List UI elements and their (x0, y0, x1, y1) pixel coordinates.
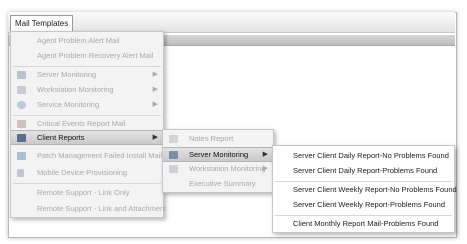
menu-separator (275, 181, 452, 182)
menu-item-server-monitoring-reports[interactable]: Server Monitoring ▶ (163, 147, 273, 162)
menu-item-label: Server Client Weekly Report-No Problems … (293, 185, 457, 194)
menu-item-label: Client Reports (37, 133, 85, 142)
client-reports-submenu: Notes Report Server Monitoring ▶ Worksta… (162, 129, 274, 193)
menu-item-agent-problem-alert[interactable]: Agent Problem Alert Mail (11, 34, 163, 48)
menu-item-label: Server Client Daily Report-Problems Foun… (293, 166, 438, 175)
menu-item-notes-report[interactable]: Notes Report (163, 132, 273, 146)
submenu-arrow-icon: ▶ (152, 101, 158, 108)
menu-item-label: Service Monitoring (37, 100, 100, 109)
menu-bar (8, 12, 455, 33)
menu-item-mobile-device[interactable]: Mobile Device Provisioning (11, 166, 163, 180)
workstation-icon (169, 165, 178, 173)
menu-item-agent-problem-recovery[interactable]: Agent Problem Recovery Alert Mail (11, 49, 163, 63)
menu-item-label: Workstation Monitoring (37, 85, 114, 94)
menu-item-label: Mobile Device Provisioning (37, 168, 128, 177)
mail-templates-menu: Agent Problem Alert Mail Agent Problem R… (10, 31, 167, 218)
menu-item-label: Patch Management Failed Install Mail (37, 151, 163, 160)
submenu-arrow-icon: ▶ (152, 86, 158, 93)
submenu-arrow-icon: ▶ (152, 71, 158, 78)
menu-item-label: Agent Problem Recovery Alert Mail (37, 51, 154, 60)
menu-separator (13, 183, 161, 184)
menu-item-label: Server Monitoring (37, 70, 97, 79)
menu-separator (13, 66, 161, 67)
menu-item-label: Server Client Daily Report-No Problems F… (293, 151, 449, 160)
menu-item-label: Remote Support - Link Only (37, 188, 130, 197)
menu-item-remote-support-attachment[interactable]: Remote Support - Link and Attachment (11, 202, 167, 216)
notes-icon (169, 135, 178, 143)
menu-item-daily-problems[interactable]: Server Client Daily Report-Problems Foun… (273, 164, 454, 178)
menu-item-daily-no-problems[interactable]: Server Client Daily Report-No Problems F… (273, 149, 454, 163)
menu-item-label: Client Monthly Report Mail-Problems Foun… (293, 219, 439, 228)
menu-item-monthly-problems[interactable]: Client Monthly Report Mail-Problems Foun… (273, 217, 454, 231)
server-monitoring-submenu: Server Client Daily Report-No Problems F… (272, 145, 457, 233)
client-reports-icon (17, 134, 26, 142)
service-icon (17, 101, 26, 109)
menu-item-label: Critical Events Report Mail (37, 119, 126, 128)
menu-item-service-monitoring[interactable]: Service Monitoring ▶ (11, 98, 163, 112)
menu-item-critical-events[interactable]: Critical Events Report Mail (11, 117, 163, 131)
mail-templates-menu-button[interactable]: Mail Templates (10, 15, 74, 32)
menu-item-executive-summary[interactable]: Executive Summary (163, 177, 273, 191)
menu-item-weekly-no-problems[interactable]: Server Client Weekly Report-No Problems … (273, 183, 457, 197)
submenu-arrow-icon: ▶ (262, 165, 268, 172)
menu-item-server-monitoring[interactable]: Server Monitoring ▶ (11, 68, 163, 82)
menu-item-label: Workstation Monitoring (189, 164, 266, 173)
server-icon (17, 71, 26, 79)
server-icon (169, 151, 178, 159)
menu-separator (13, 115, 161, 116)
menu-item-weekly-problems[interactable]: Server Client Weekly Report-Problems Fou… (273, 198, 454, 212)
submenu-arrow-icon: ▶ (262, 151, 268, 158)
menu-item-label: Remote Support - Link and Attachment (37, 204, 167, 213)
menu-item-remote-support-link[interactable]: Remote Support - Link Only (11, 186, 163, 200)
menu-item-patch-management[interactable]: Patch Management Failed Install Mail (11, 149, 163, 163)
menu-item-label: Server Client Weekly Report-Problems Fou… (293, 200, 446, 209)
menu-item-label: Executive Summary (189, 179, 256, 188)
workstation-icon (17, 86, 26, 94)
patch-icon (17, 152, 26, 160)
menu-item-label: Notes Report (189, 134, 234, 143)
mobile-icon (17, 169, 24, 177)
menu-item-workstation-monitoring[interactable]: Workstation Monitoring ▶ (11, 83, 163, 97)
events-icon (17, 120, 26, 128)
menu-item-label: Agent Problem Alert Mail (37, 36, 120, 45)
menu-item-workstation-monitoring-reports[interactable]: Workstation Monitoring ▶ (163, 162, 273, 176)
menu-item-client-reports[interactable]: Client Reports ▶ (11, 130, 163, 145)
menu-item-label: Server Monitoring (189, 150, 249, 159)
submenu-arrow-icon: ▶ (152, 134, 158, 141)
menu-separator (275, 215, 452, 216)
